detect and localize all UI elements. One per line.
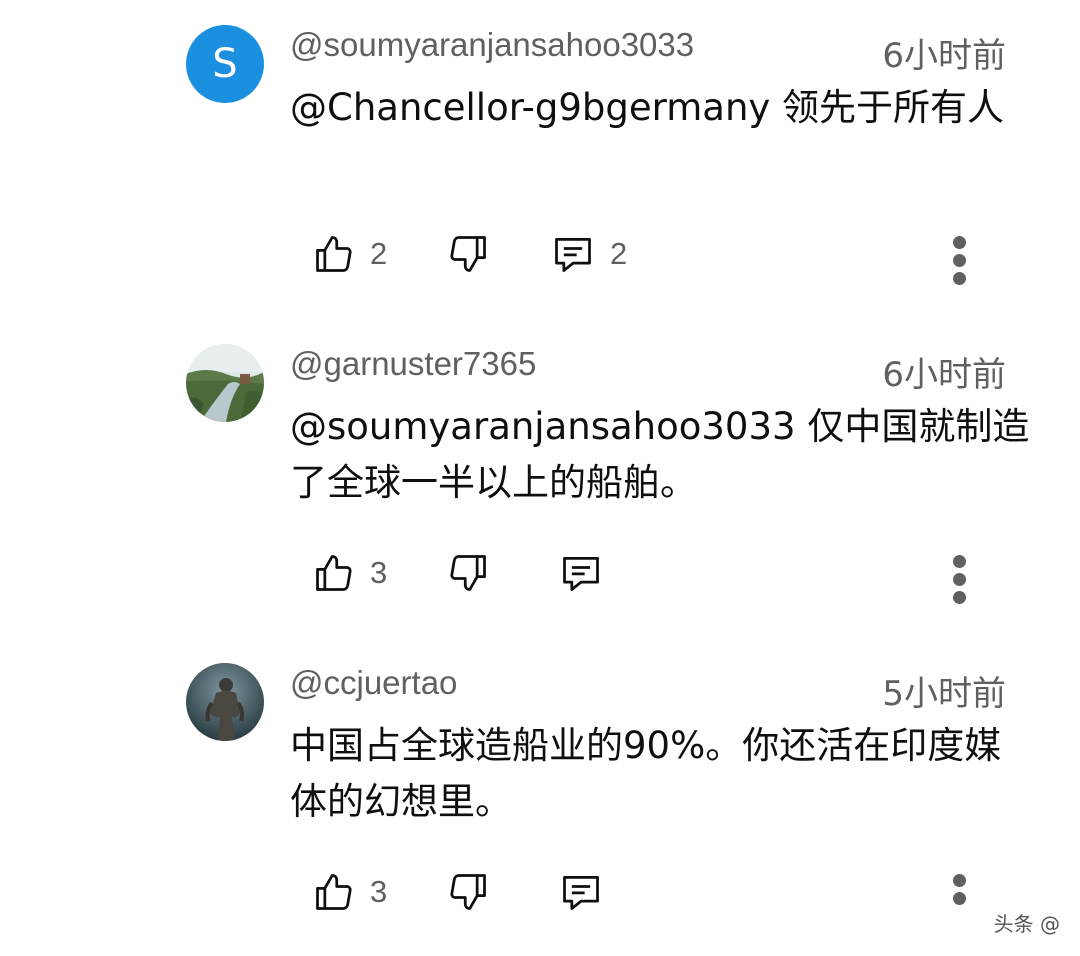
watermark-label: 头条 @ bbox=[993, 912, 1060, 936]
thumbs-down-icon bbox=[446, 551, 490, 595]
reply-button[interactable] bbox=[558, 551, 604, 595]
dislike-button[interactable] bbox=[446, 551, 490, 595]
like-count: 2 bbox=[370, 236, 388, 271]
comment-author-handle[interactable]: @ccjuertao bbox=[290, 664, 457, 702]
comment-author-handle[interactable]: @garnuster7365 bbox=[290, 345, 536, 383]
like-count: 3 bbox=[370, 874, 388, 909]
thumbs-up-icon bbox=[312, 551, 356, 595]
comment-actions: 2 2 bbox=[0, 210, 1080, 290]
more-options-button[interactable] bbox=[948, 553, 972, 607]
dislike-button[interactable] bbox=[446, 232, 490, 276]
comment-timestamp: 6小时前 bbox=[882, 36, 1006, 76]
comment-item: S @soumyaranjansahoo3033 6小时前 @Chancello… bbox=[0, 0, 1080, 318]
like-button[interactable]: 3 bbox=[312, 551, 387, 595]
thumbs-down-icon bbox=[446, 232, 490, 276]
like-button[interactable]: 3 bbox=[312, 870, 387, 914]
avatar[interactable]: S bbox=[186, 25, 264, 103]
dark-figure-avatar-image bbox=[186, 663, 264, 741]
reply-button[interactable]: 2 bbox=[550, 232, 627, 276]
comment-icon bbox=[558, 551, 604, 595]
comment-item: @garnuster7365 6小时前 @soumyaranjansahoo30… bbox=[0, 319, 1080, 637]
comment-actions: 3 bbox=[0, 848, 1080, 928]
comment-icon bbox=[558, 870, 604, 914]
avatar[interactable] bbox=[186, 663, 264, 741]
comment-text: @soumyaranjansahoo3033 仅中国就制造了全球一半以上的船舶。 bbox=[290, 405, 1030, 504]
river-landscape-avatar-image bbox=[186, 344, 264, 422]
reply-button[interactable] bbox=[558, 870, 604, 914]
more-options-button[interactable] bbox=[948, 234, 972, 288]
thumbs-down-icon bbox=[446, 870, 490, 914]
comment-text: @Chancellor-g9bgermany 领先于所有人 bbox=[290, 86, 1005, 129]
comment-item: @ccjuertao 5小时前 中国占全球造船业的90%。你还活在印度媒体的幻想… bbox=[0, 638, 1080, 956]
comment-author-handle[interactable]: @soumyaranjansahoo3033 bbox=[290, 26, 694, 64]
comment-text: 中国占全球造船业的90%。你还活在印度媒体的幻想里。 bbox=[290, 724, 1002, 823]
comment-icon bbox=[550, 232, 596, 276]
comment-actions: 3 bbox=[0, 529, 1080, 609]
avatar[interactable] bbox=[186, 344, 264, 422]
comment-timestamp: 6小时前 bbox=[882, 355, 1006, 395]
thumbs-up-icon bbox=[312, 232, 356, 276]
reply-count: 2 bbox=[610, 236, 628, 271]
like-count: 3 bbox=[370, 555, 388, 590]
dislike-button[interactable] bbox=[446, 870, 490, 914]
comment-timestamp: 5小时前 bbox=[882, 674, 1006, 714]
thumbs-up-icon bbox=[312, 870, 356, 914]
like-button[interactable]: 2 bbox=[312, 232, 387, 276]
more-options-button[interactable] bbox=[948, 872, 972, 926]
